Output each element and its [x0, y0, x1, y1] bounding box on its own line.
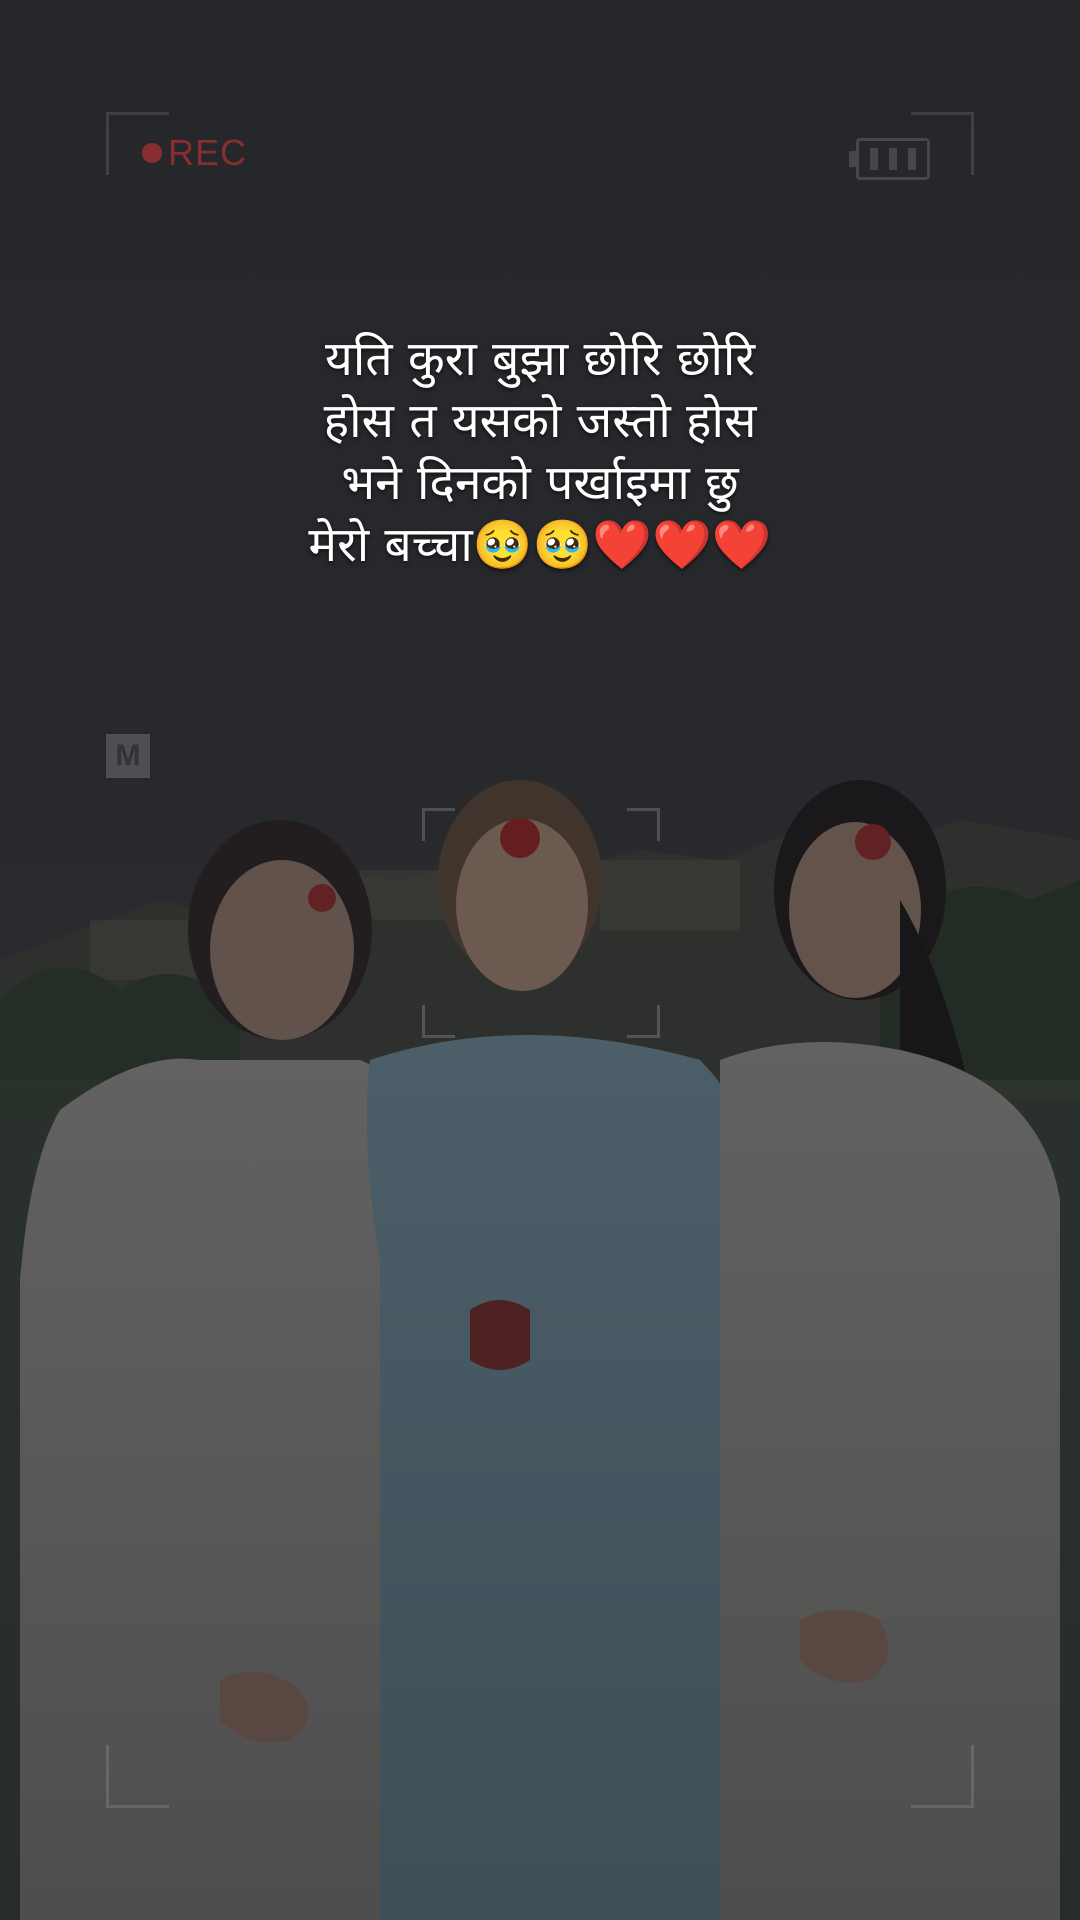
mode-badge: M: [106, 734, 150, 778]
battery-icon: [849, 138, 930, 180]
rec-indicator: REC: [142, 132, 247, 174]
story-frame: REC M यति कुरा बुझा छोरि छोरि होस त यसको…: [0, 0, 1080, 1920]
caption-text: यति कुरा बुझा छोरि छोरि होस त यसको जस्तो…: [140, 328, 940, 576]
viewfinder-corner-bottom-left: [106, 1745, 169, 1808]
viewfinder-corner-bottom-right: [911, 1745, 974, 1808]
rec-dot-icon: [142, 143, 162, 163]
focus-box: [422, 808, 660, 1038]
caption-line: मेरो बच्चा🥹🥹❤️❤️❤️: [308, 517, 772, 573]
caption-line: भने दिनको पर्खाइमा छु: [341, 455, 739, 511]
caption-line: होस त यसको जस्तो होस: [323, 393, 757, 449]
rec-label: REC: [168, 132, 248, 173]
caption-line: यति कुरा बुझा छोरि छोरि: [324, 331, 755, 387]
